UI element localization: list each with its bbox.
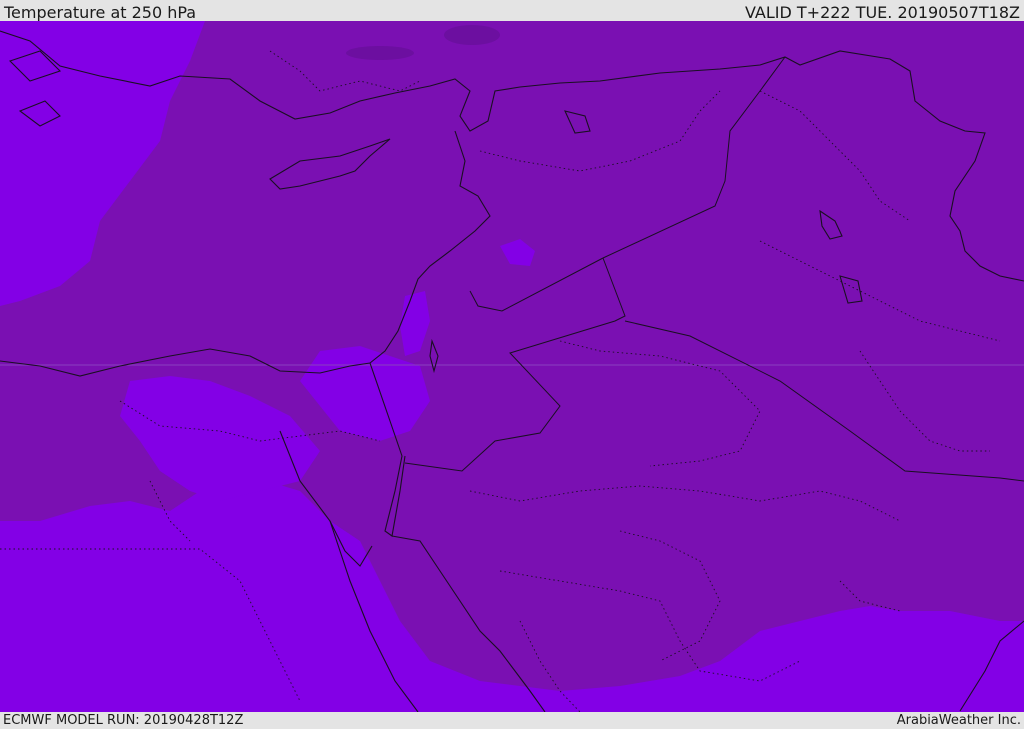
- temperature-band-deep-2: [346, 46, 414, 60]
- temperature-band-deep: [444, 25, 500, 45]
- credit: ArabiaWeather Inc.: [896, 713, 1021, 728]
- header-bar: Temperature at 250 hPa VALID T+222 TUE. …: [0, 0, 1024, 22]
- map-title: Temperature at 250 hPa: [4, 3, 197, 22]
- valid-time: VALID T+222 TUE. 20190507T18Z: [744, 3, 1020, 22]
- map-area[interactable]: [0, 21, 1024, 712]
- footer-bar: ECMWF MODEL RUN: 20190428T12Z ArabiaWeat…: [0, 712, 1024, 729]
- temperature-map: [0, 21, 1024, 712]
- model-run: ECMWF MODEL RUN: 20190428T12Z: [3, 713, 244, 728]
